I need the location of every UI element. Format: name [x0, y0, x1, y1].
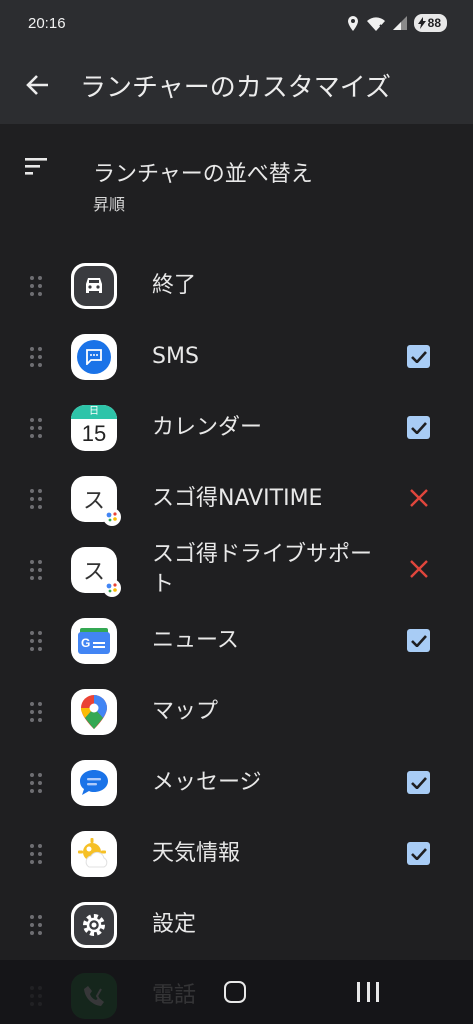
app-name: メッセージ: [152, 770, 262, 795]
sugotoku-icon: ス: [71, 547, 121, 597]
check-icon: [410, 350, 427, 363]
charging-bolt-icon: [417, 17, 426, 29]
news-icon: G: [71, 618, 117, 664]
messages-icon: [71, 760, 117, 806]
drag-handle-icon[interactable]: [30, 631, 46, 651]
check-icon: [410, 421, 427, 434]
app-name: 天気情報: [152, 841, 241, 866]
system-nav-bar: [0, 960, 473, 1024]
list-item[interactable]: ス スゴ得NAVITIME: [0, 463, 473, 534]
sort-setting[interactable]: ランチャーの並べ替え 昇順: [0, 142, 473, 228]
weather-icon: [71, 831, 117, 877]
calendar-icon: 日 15: [71, 405, 117, 451]
launcher-app-list: 終了 SMS 日 15 カレンダー ス スゴ得NAVITIME ス スゴ得ドライ…: [0, 250, 473, 1024]
drag-handle-icon[interactable]: [30, 489, 46, 509]
drag-handle-icon[interactable]: [30, 702, 46, 722]
home-button[interactable]: [224, 981, 246, 1003]
checkbox[interactable]: [407, 345, 430, 368]
sort-title: ランチャーの並べ替え: [93, 162, 313, 187]
list-item[interactable]: ス スゴ得ドライブサポート: [0, 534, 473, 605]
top-app-bar: ランチャーのカスタマイズ: [0, 46, 473, 124]
drag-handle-icon[interactable]: [30, 347, 46, 367]
check-icon: [410, 776, 427, 789]
signal-icon: [392, 16, 407, 30]
maps-icon: [71, 689, 117, 735]
back-arrow-icon: [26, 75, 48, 95]
list-item[interactable]: メッセージ: [0, 747, 473, 818]
drag-handle-icon[interactable]: [30, 915, 46, 935]
page-title: ランチャーのカスタマイズ: [80, 72, 391, 103]
drag-handle-icon[interactable]: [30, 418, 46, 438]
app-name-line2: ト: [152, 572, 175, 597]
list-item[interactable]: 天気情報: [0, 818, 473, 889]
icon-glyph: ス: [82, 489, 105, 514]
checkbox[interactable]: [407, 842, 430, 865]
drag-handle-icon[interactable]: [30, 773, 46, 793]
checkbox[interactable]: [407, 416, 430, 439]
status-bar: 20:16 88: [0, 0, 473, 46]
checkbox[interactable]: [407, 771, 430, 794]
check-icon: [410, 634, 427, 647]
app-name: ニュース: [152, 628, 239, 653]
assistant-badge-icon: [103, 508, 121, 526]
app-name: 設定: [152, 912, 197, 937]
drag-handle-icon[interactable]: [30, 276, 46, 296]
list-item[interactable]: マップ: [0, 676, 473, 747]
list-item[interactable]: 設定: [0, 889, 473, 960]
settings-gear-icon: [71, 902, 117, 948]
app-name: スゴ得NAVITIME: [152, 486, 323, 511]
icon-glyph: ス: [82, 560, 105, 585]
sms-icon: [71, 334, 117, 380]
status-time: 20:16: [28, 14, 66, 32]
car-icon: [71, 263, 117, 309]
location-icon: [347, 15, 358, 31]
assistant-badge-icon: [103, 579, 121, 597]
icon-glyph: G: [81, 636, 91, 650]
battery-indicator: 88: [413, 14, 447, 32]
sugotoku-icon: ス: [71, 476, 121, 526]
check-icon: [410, 847, 427, 860]
remove-icon[interactable]: [408, 558, 430, 580]
app-name: SMS: [152, 344, 199, 369]
app-name-line1: スゴ得ドライブサポー: [152, 542, 373, 567]
list-item[interactable]: 日 15 カレンダー: [0, 392, 473, 463]
app-name: カレンダー: [152, 415, 263, 440]
app-name: 終了: [152, 273, 197, 298]
battery-level: 88: [427, 16, 441, 30]
sort-value: 昇順: [93, 195, 126, 214]
calendar-header: 日: [71, 405, 117, 419]
list-item[interactable]: G ニュース: [0, 605, 473, 676]
drag-handle-icon[interactable]: [30, 560, 46, 580]
status-icons: 88: [347, 14, 447, 32]
list-item[interactable]: 終了: [0, 250, 473, 321]
wifi-icon: [366, 16, 386, 31]
sort-icon: [25, 158, 47, 175]
remove-icon[interactable]: [408, 487, 430, 509]
app-name: マップ: [152, 699, 219, 724]
drag-handle-icon[interactable]: [30, 844, 46, 864]
checkbox[interactable]: [407, 629, 430, 652]
calendar-day: 15: [81, 421, 107, 446]
list-item[interactable]: SMS: [0, 321, 473, 392]
app-name: スゴ得ドライブサポート: [152, 540, 372, 600]
back-button[interactable]: [13, 60, 63, 110]
recent-apps-button[interactable]: [357, 982, 379, 1002]
